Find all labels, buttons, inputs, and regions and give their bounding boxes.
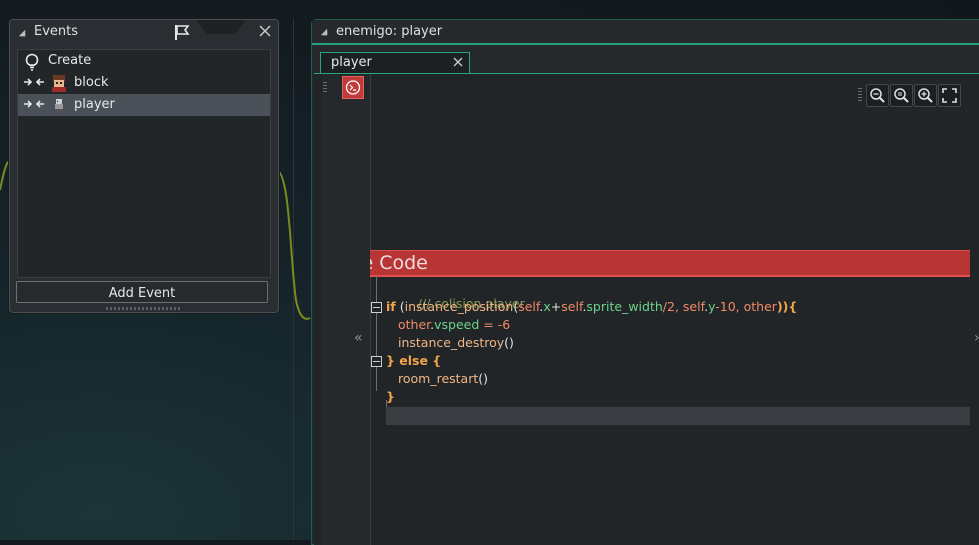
- zoom-in-button[interactable]: [914, 84, 937, 107]
- titlebar-notch: [196, 20, 246, 34]
- events-titlebar[interactable]: Events: [10, 20, 278, 44]
- current-line-highlight: [386, 407, 970, 425]
- variable-token: x: [543, 299, 551, 314]
- zoom-toolbar: [856, 84, 962, 108]
- scroll-left-icon[interactable]: «: [354, 330, 363, 346]
- code-line-2: if (instance_position(self.x+self.sprite…: [386, 299, 797, 317]
- number-token: = -6: [479, 317, 511, 332]
- number-token: -10,: [715, 299, 744, 314]
- self-token: self: [682, 299, 705, 314]
- events-window: Events Create block player Add Event: [9, 19, 279, 313]
- code-line-7: }: [386, 389, 395, 407]
- code-line-4: instance_destroy(): [398, 335, 514, 353]
- close-icon[interactable]: [259, 25, 271, 37]
- punct-token: (): [504, 335, 514, 350]
- keyword-token: } else {: [386, 353, 442, 368]
- resize-grip[interactable]: [106, 307, 182, 310]
- other-token: other: [743, 299, 777, 314]
- function-token: instance_position: [404, 299, 514, 314]
- number-token: /2,: [662, 299, 683, 314]
- close-tab-icon[interactable]: [453, 57, 463, 67]
- fullscreen-icon: [942, 88, 957, 103]
- collision-icon: [24, 78, 44, 86]
- variable-token: sprite_width: [586, 299, 663, 314]
- collapse-arrow-icon[interactable]: [18, 29, 26, 37]
- action-gutter: [322, 74, 371, 545]
- tab-label: player: [331, 55, 372, 70]
- terminal-icon: [345, 80, 361, 95]
- scroll-right-icon[interactable]: ›: [974, 330, 979, 346]
- punct-token: (): [478, 371, 489, 386]
- event-label: Create: [48, 53, 92, 68]
- player-sprite-icon: [55, 99, 63, 113]
- events-list: Create block player: [17, 49, 271, 278]
- code-text-area[interactable]: /// colision player if (instance_positio…: [370, 276, 970, 456]
- fold-toggle-icon[interactable]: [371, 302, 382, 313]
- tab-player[interactable]: player: [320, 52, 470, 74]
- punct-token: )){: [776, 299, 798, 314]
- punct-token: +: [550, 299, 562, 314]
- execute-code-header[interactable]: ute Code: [370, 250, 970, 277]
- event-label: block: [74, 75, 109, 90]
- block-sprite-icon: [52, 75, 66, 92]
- function-token: instance_destroy: [398, 335, 505, 350]
- event-item-block[interactable]: block: [18, 72, 270, 94]
- execute-code-action[interactable]: [342, 76, 364, 99]
- keyword-token: if: [386, 299, 396, 314]
- events-title: Events: [34, 24, 79, 39]
- code-line-6: room_restart(): [398, 371, 488, 389]
- code-line-5: } else {: [386, 353, 441, 371]
- code-line-1: /// colision player: [386, 281, 525, 311]
- add-event-button[interactable]: Add Event: [16, 281, 268, 303]
- collision-icon: [24, 100, 44, 108]
- zoom-out-icon: [870, 88, 885, 103]
- code-line-3: other.vspeed = -6: [398, 317, 510, 335]
- indent-guide: [376, 276, 377, 391]
- code-editor-window: enemigo: player player « Code /// colisi…: [311, 19, 979, 545]
- self-token: self: [561, 299, 583, 314]
- editor-body: « › ute Code /// colision player if (ins…: [314, 73, 979, 545]
- keyword-token: }: [386, 389, 395, 404]
- other-token: other: [398, 317, 431, 332]
- event-item-player[interactable]: player: [18, 94, 270, 116]
- zoom-reset-icon: [894, 88, 909, 103]
- editor-title: enemigo: player: [336, 24, 443, 39]
- zoom-out-button[interactable]: [866, 84, 889, 107]
- fold-toggle-icon[interactable]: [371, 356, 382, 367]
- zoom-reset-button[interactable]: [890, 84, 913, 107]
- collapse-arrow-icon[interactable]: [320, 28, 328, 36]
- drag-handle[interactable]: [323, 82, 327, 92]
- editor-titlebar[interactable]: enemigo: player: [312, 20, 979, 45]
- event-label: player: [74, 97, 115, 112]
- lightbulb-icon: [25, 53, 39, 71]
- flag-icon[interactable]: [173, 23, 191, 41]
- event-item-create[interactable]: Create: [18, 50, 270, 72]
- drag-handle[interactable]: [858, 88, 862, 102]
- fit-to-screen-button[interactable]: [938, 84, 961, 107]
- variable-token: vspeed: [434, 317, 480, 332]
- self-token: self: [518, 299, 540, 314]
- zoom-in-icon: [918, 88, 933, 103]
- function-token: room_restart: [398, 371, 479, 386]
- action-header-title: ute Code: [370, 252, 428, 274]
